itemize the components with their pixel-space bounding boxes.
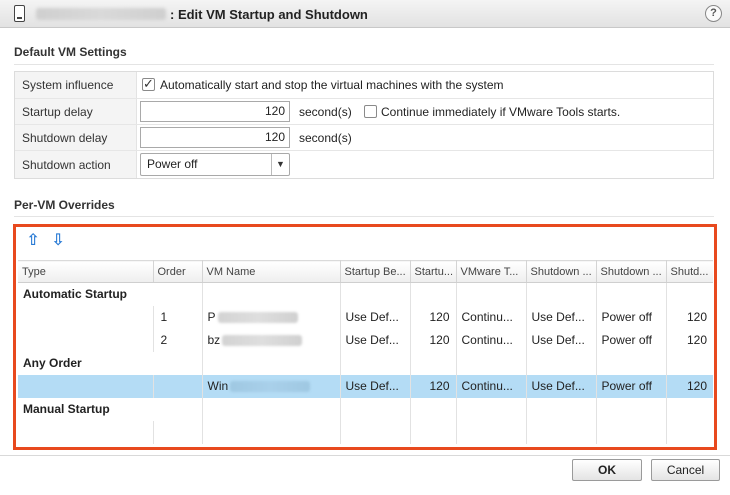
continue-immediately-checkbox[interactable] bbox=[364, 105, 377, 118]
overrides-table: Type Order VM Name Startup Be... Startu.… bbox=[18, 260, 713, 444]
cell-vm-name: Win bbox=[202, 374, 341, 398]
col-vm-name[interactable]: VM Name bbox=[202, 260, 341, 283]
startup-delay-input[interactable]: 120 bbox=[140, 101, 290, 122]
cell-startup-delay: 120 bbox=[410, 328, 457, 352]
shutdown-delay-row: Shutdown delay 120 second(s) bbox=[15, 124, 713, 150]
group-label: Any Order bbox=[23, 356, 82, 370]
system-influence-row: System influence Automatically start and… bbox=[15, 72, 713, 98]
shutdown-action-select[interactable]: Power off ▼ bbox=[140, 153, 290, 176]
cell-shutdown-delay: 120 bbox=[686, 310, 707, 324]
move-up-icon[interactable]: ⇧ bbox=[25, 233, 41, 249]
cell-shutdown-action: Power off bbox=[596, 374, 667, 398]
cell-shutdown-behavior: Use Def... bbox=[526, 328, 597, 352]
cell-order: 1 bbox=[153, 305, 203, 329]
col-startup-delay[interactable]: Startu... bbox=[410, 260, 457, 283]
col-order[interactable]: Order bbox=[153, 260, 203, 283]
cell-vmware-tools: Continu... bbox=[456, 305, 527, 329]
table-header-row: Type Order VM Name Startup Be... Startu.… bbox=[18, 260, 713, 283]
shutdown-delay-label: Shutdown delay bbox=[15, 125, 137, 150]
table-row[interactable]: 1 P Use Def... 120 Continu... Use Def...… bbox=[18, 305, 713, 329]
section-divider bbox=[14, 216, 714, 217]
cell-startup-delay: 120 bbox=[410, 305, 457, 329]
startup-delay-label: Startup delay bbox=[15, 99, 137, 124]
col-startup-behavior[interactable]: Startup Be... bbox=[340, 260, 411, 283]
redacted-host-name bbox=[36, 8, 166, 20]
move-down-icon[interactable]: ⇩ bbox=[50, 233, 66, 249]
cell-startup-delay: 120 bbox=[410, 374, 457, 398]
cell-vm-name: bz bbox=[202, 328, 341, 352]
default-settings-title: Default VM Settings bbox=[14, 45, 127, 59]
help-icon[interactable]: ? bbox=[705, 5, 722, 22]
cancel-button[interactable]: Cancel bbox=[651, 459, 720, 481]
ok-button[interactable]: OK bbox=[572, 459, 642, 481]
cell-shutdown-delay: 120 bbox=[686, 333, 707, 347]
default-settings-panel: System influence Automatically start and… bbox=[14, 71, 714, 179]
group-any-order[interactable]: Any Order bbox=[18, 351, 713, 375]
cell-vmware-tools: Continu... bbox=[456, 374, 527, 398]
redacted-vm-name bbox=[217, 312, 298, 324]
title-bar: : Edit VM Startup and Shutdown ? bbox=[0, 0, 730, 28]
shutdown-action-value: Power off bbox=[147, 157, 198, 171]
cell-shutdown-delay: 120 bbox=[666, 374, 713, 398]
cell-order: 2 bbox=[153, 328, 203, 352]
shutdown-delay-input[interactable]: 120 bbox=[140, 127, 290, 148]
cell-vm-name: P bbox=[202, 305, 341, 329]
startup-delay-unit: second(s) bbox=[299, 105, 352, 119]
overrides-title: Per-VM Overrides bbox=[14, 198, 115, 212]
group-label: Manual Startup bbox=[23, 402, 110, 416]
cell-shutdown-action: Power off bbox=[596, 328, 667, 352]
cell-shutdown-behavior: Use Def... bbox=[526, 305, 597, 329]
startup-delay-row: Startup delay 120 second(s) Continue imm… bbox=[15, 98, 713, 124]
footer-divider bbox=[0, 455, 730, 456]
chevron-down-icon[interactable]: ▼ bbox=[271, 154, 289, 175]
group-label: Automatic Startup bbox=[23, 287, 128, 302]
col-shutdown-action[interactable]: Shutdown ... bbox=[596, 260, 667, 283]
col-shutdown-delay[interactable]: Shutd... bbox=[666, 260, 713, 283]
col-vmware-tools[interactable]: VMware T... bbox=[456, 260, 527, 283]
shutdown-action-label: Shutdown action bbox=[15, 151, 137, 178]
group-automatic-startup[interactable]: Automatic Startup bbox=[18, 282, 713, 306]
dialog-title: : Edit VM Startup and Shutdown bbox=[170, 7, 368, 22]
cell-startup-behavior: Use Def... bbox=[340, 328, 411, 352]
host-icon bbox=[14, 5, 25, 22]
col-shutdown-behavior[interactable]: Shutdown ... bbox=[526, 260, 597, 283]
cell-order bbox=[153, 374, 203, 398]
table-row[interactable]: 2 bz Use Def... 120 Continu... Use Def..… bbox=[18, 328, 713, 352]
group-manual-startup[interactable]: Manual Startup bbox=[18, 397, 713, 421]
cell-shutdown-action: Power off bbox=[596, 305, 667, 329]
col-type[interactable]: Type bbox=[18, 260, 154, 283]
shutdown-delay-unit: second(s) bbox=[299, 131, 352, 145]
per-vm-overrides-panel: ⇧ ⇩ Type Order VM Name Startup Be... Sta… bbox=[13, 224, 717, 450]
continue-immediately-text: Continue immediately if VMware Tools sta… bbox=[381, 105, 621, 119]
redacted-vm-name bbox=[222, 335, 303, 347]
empty-row bbox=[18, 420, 713, 444]
shutdown-action-row: Shutdown action Power off ▼ bbox=[15, 150, 713, 178]
auto-start-text: Automatically start and stop the virtual… bbox=[160, 78, 504, 92]
table-row-selected[interactable]: Win Use Def... 120 Continu... Use Def...… bbox=[18, 374, 713, 398]
redacted-vm-name bbox=[230, 381, 311, 393]
cell-vmware-tools: Continu... bbox=[456, 328, 527, 352]
system-influence-label: System influence bbox=[15, 72, 137, 98]
cell-startup-behavior: Use Def... bbox=[340, 305, 411, 329]
section-divider bbox=[14, 64, 714, 65]
auto-start-checkbox[interactable] bbox=[142, 76, 155, 92]
cell-shutdown-behavior: Use Def... bbox=[526, 374, 597, 398]
cell-startup-behavior: Use Def... bbox=[340, 374, 411, 398]
